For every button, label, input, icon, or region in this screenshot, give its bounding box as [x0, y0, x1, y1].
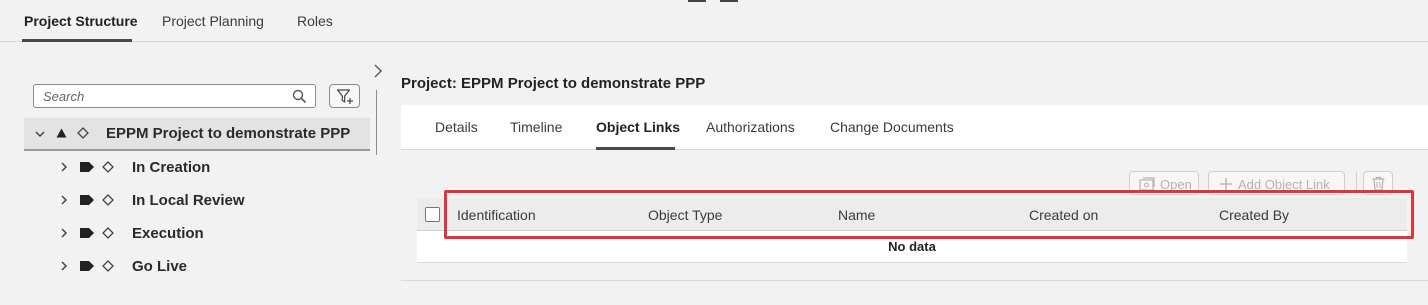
phase-icon [80, 162, 94, 172]
tab-object-links[interactable]: Object Links [596, 119, 680, 135]
tab-project-planning[interactable]: Project Planning [162, 13, 264, 29]
tab-roles[interactable]: Roles [297, 13, 333, 29]
diamond-icon [102, 260, 114, 272]
diamond-icon [102, 194, 114, 206]
plus-icon [1220, 178, 1232, 190]
project-icon [56, 128, 67, 138]
open-icon [1139, 177, 1155, 191]
tree-item-label: In Creation [132, 159, 211, 176]
tree-root-row[interactable]: EPPM Project to demonstrate PPP [24, 118, 370, 151]
tree-item-go-live[interactable]: Go Live [24, 250, 370, 283]
tab-project-structure[interactable]: Project Structure [24, 13, 138, 29]
header-handle-right [720, 0, 738, 2]
tree-item-in-local-review[interactable]: In Local Review [24, 184, 370, 217]
chevron-right-icon[interactable] [59, 162, 69, 172]
tree-item-label: Execution [132, 225, 204, 242]
phase-icon [80, 261, 94, 271]
add-filter-button[interactable] [329, 84, 360, 108]
diamond-icon [102, 161, 114, 173]
select-all-checkbox[interactable] [425, 207, 440, 222]
diamond-icon [77, 127, 89, 139]
empty-table-message: No data [888, 239, 936, 254]
panel-splitter[interactable] [376, 90, 377, 155]
diamond-icon [102, 227, 114, 239]
content-bottom-divider [401, 280, 1428, 281]
tab-timeline[interactable]: Timeline [510, 119, 562, 135]
top-tab-bar: Project Structure Project Planning Roles [0, 0, 1428, 42]
tree-item-label: In Local Review [132, 192, 245, 209]
collapse-panel-icon[interactable] [372, 64, 384, 78]
phase-icon [80, 228, 94, 238]
chevron-right-icon[interactable] [59, 228, 69, 238]
search-placeholder: Search [43, 89, 85, 104]
tree-root-label: EPPM Project to demonstrate PPP [106, 125, 351, 142]
tree-item-execution[interactable]: Execution [24, 217, 370, 250]
active-tab-indicator [22, 39, 132, 42]
tab-change-documents[interactable]: Change Documents [830, 119, 954, 135]
filter-add-icon [336, 89, 353, 104]
tree-item-label: Go Live [132, 258, 188, 275]
chevron-right-icon[interactable] [59, 195, 69, 205]
phase-icon [80, 195, 94, 205]
chevron-down-icon[interactable] [35, 129, 45, 139]
tree-item-in-creation[interactable]: In Creation [24, 151, 370, 184]
active-tab-indicator [596, 147, 675, 150]
tab-details[interactable]: Details [435, 119, 478, 135]
search-icon[interactable] [292, 89, 307, 104]
highlight-box [444, 190, 1414, 239]
page-title: Project: EPPM Project to demonstrate PPP [401, 75, 706, 92]
tab-authorizations[interactable]: Authorizations [706, 119, 795, 135]
search-input[interactable]: Search [33, 84, 316, 108]
content-tab-bar: Details Timeline Object Links Authorizat… [401, 105, 1428, 150]
trash-icon [1372, 176, 1385, 191]
chevron-right-icon[interactable] [59, 261, 69, 271]
header-handle-left [688, 0, 706, 2]
